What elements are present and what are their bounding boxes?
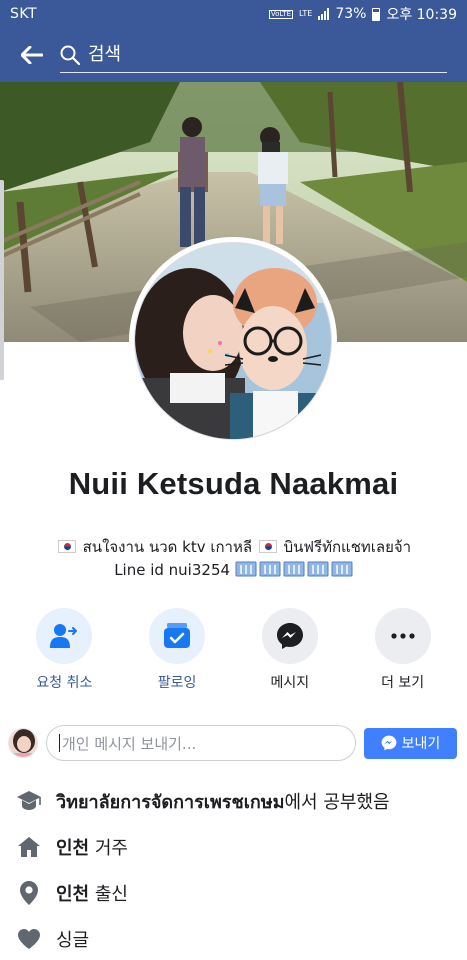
battery-icon (372, 7, 381, 21)
battery-percent: 73% (335, 6, 367, 22)
cancel-request-button[interactable]: 요청 취소 (16, 608, 112, 692)
scroll-indicator (0, 180, 4, 380)
message-label: 메시지 (270, 675, 310, 691)
bio-line-1: สนใจงาน นวด ktv เกาหลี บินฟรีทักแชทเลยจ้… (20, 536, 447, 559)
korea-flag-icon (57, 540, 76, 553)
search-header (0, 28, 467, 82)
lives-in-text: 인천 거주 (56, 834, 128, 860)
cancel-request-label: 요청 취소 (36, 675, 93, 691)
search-input[interactable] (88, 44, 447, 65)
info-education[interactable]: วิทยาลัยการจัดการเพรชเกษม에서 공부했음 (16, 778, 456, 824)
bio-text-2: Line id nui3254 (114, 561, 231, 579)
message-composer: 개인 메시지 보내기... 보내기 (8, 725, 459, 761)
info-from[interactable]: 인천 출신 (16, 870, 456, 916)
more-label: 더 보기 (381, 675, 425, 691)
bio-text-1: สนใจงาน นวด ktv เกาหลี (82, 538, 253, 556)
location-pin-icon (16, 880, 42, 906)
profile-thumbnail (8, 728, 38, 758)
search-field[interactable] (60, 37, 447, 73)
from-city: 인천 (56, 884, 90, 905)
back-button[interactable] (14, 37, 50, 73)
info-relationship: 싱글 (16, 916, 456, 960)
more-icon (391, 633, 415, 639)
more-button[interactable]: 더 보기 (355, 608, 451, 692)
school-name: วิทยาลัยการจัดการเพรชเกษม (56, 791, 285, 813)
education-suffix: 에서 공부했음 (284, 791, 390, 813)
profile-picture[interactable] (129, 237, 337, 445)
profile-info-list: วิทยาลัยการจัดการเพรชเกษม에서 공부했음 인천 거주 인… (16, 778, 456, 960)
send-label: 보내기 (401, 736, 441, 752)
profile-bio: สนใจงาน นวด ktv เกาหลี บินฟรีทักแชทเลยจ้… (20, 536, 447, 582)
info-lives-in[interactable]: 인천 거주 (16, 824, 456, 870)
korea-flag-icon (258, 540, 277, 553)
messenger-icon (276, 623, 303, 649)
lives-in-city: 인천 (56, 838, 90, 859)
graduation-cap-icon (16, 788, 42, 814)
send-button[interactable]: 보내기 (364, 727, 457, 759)
cancel-request-icon (50, 624, 78, 648)
signal-icon (318, 8, 330, 20)
status-bar: SKT VoLTE LTE 73% 오후 10:39 (0, 0, 467, 28)
message-input[interactable]: 개인 메시지 보내기... (46, 725, 356, 761)
books-emoji-icon (235, 561, 353, 577)
bio-text-1b: บินฟรีทักแชทเลยจ้า (283, 538, 412, 556)
message-button[interactable]: 메시지 (242, 608, 338, 692)
from-text: 인천 출신 (56, 880, 128, 906)
message-placeholder: 개인 메시지 보내기... (62, 734, 197, 753)
text-caret (59, 734, 60, 752)
search-icon (60, 45, 80, 65)
arrow-left-icon (21, 46, 43, 64)
lives-in-suffix: 거주 (89, 838, 128, 859)
home-icon (16, 834, 42, 860)
profile-picture-image (135, 243, 331, 439)
lte-icon: LTE (299, 9, 313, 18)
messenger-icon (381, 735, 397, 751)
education-text: วิทยาลัยการจัดการเพรชเกษม에서 공부했음 (56, 787, 390, 816)
clock: 오후 10:39 (386, 7, 457, 23)
carrier-label: SKT (10, 6, 38, 22)
following-button[interactable]: 팔로잉 (129, 608, 225, 692)
from-suffix: 출신 (89, 884, 128, 905)
relationship-text: 싱글 (56, 930, 90, 951)
heart-icon (16, 926, 42, 952)
following-icon (164, 623, 191, 648)
volte-icon: VoLTE (268, 9, 294, 19)
profile-actions: 요청 취소 팔로잉 메시지 더 보기 (0, 608, 467, 692)
bio-line-2: Line id nui3254 (20, 559, 447, 582)
following-label: 팔로잉 (157, 675, 197, 691)
profile-name: Nuii Ketsuda Naakmai (68, 466, 399, 501)
